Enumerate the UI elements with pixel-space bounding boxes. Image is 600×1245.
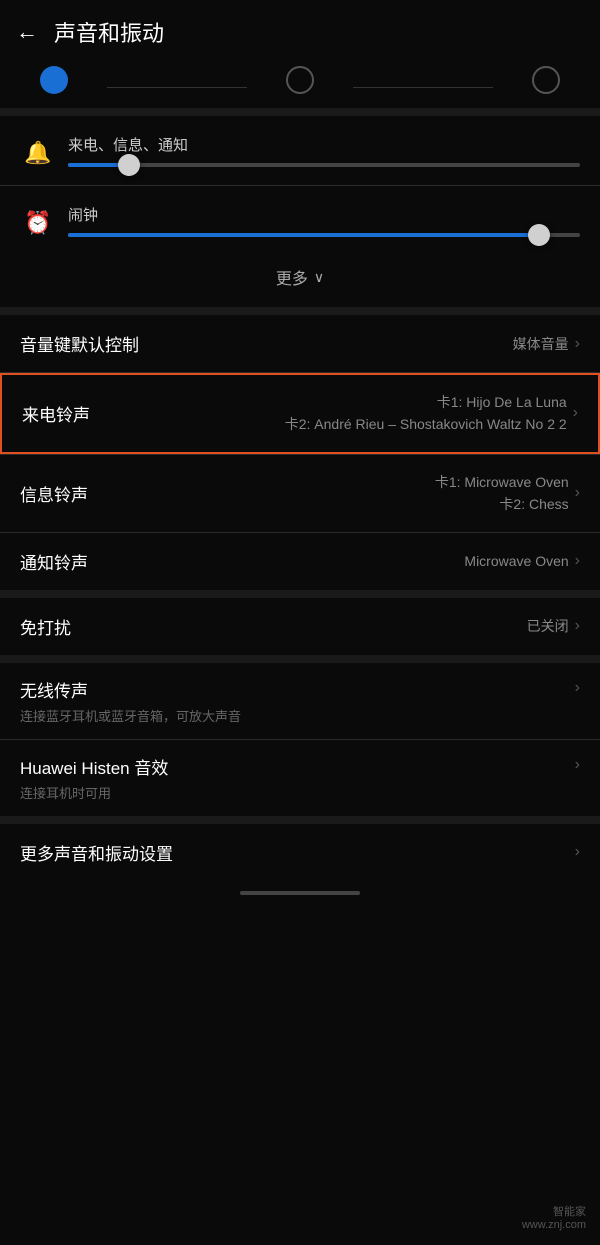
divider-2 [0, 307, 600, 315]
alarm-volume-label: 闹钟 [68, 204, 580, 225]
watermark: 智能家 www.znj.com [522, 1203, 586, 1231]
watermark-line2: www.znj.com [522, 1219, 586, 1231]
histen-sub: 连接耳机时可用 [20, 783, 575, 802]
histen-row[interactable]: Huawei Histen 音效 连接耳机时可用 › [0, 740, 600, 816]
notification-ringtone-row[interactable]: 通知铃声 Microwave Oven › [0, 533, 600, 590]
wireless-sound-label: 无线传声 [20, 677, 575, 702]
volume-key-row[interactable]: 音量键默认控制 媒体音量 › [0, 315, 600, 372]
divider-1 [0, 108, 600, 116]
tab-3-dot [532, 66, 560, 94]
more-label: 更多 [276, 265, 308, 289]
message-ringtone-arrow: › [575, 484, 580, 502]
ringtone-slider-thumb[interactable] [118, 154, 140, 176]
page-title: 声音和振动 [54, 16, 164, 48]
volume-key-value: 媒体音量 [513, 334, 569, 354]
watermark-line1: 智能家 [522, 1203, 586, 1219]
ringtone-slider-track[interactable] [68, 163, 580, 167]
home-bar-row [0, 881, 600, 903]
alarm-volume-content: 闹钟 [68, 204, 580, 241]
more-sound-settings-label: 更多声音和振动设置 [20, 840, 575, 865]
histen-content: Huawei Histen 音效 连接耳机时可用 [20, 754, 575, 802]
more-row[interactable]: 更多 ∨ [0, 255, 600, 307]
wireless-sound-row[interactable]: 无线传声 连接蓝牙耳机或蓝牙音箱，可放大声音 › [0, 663, 600, 739]
wireless-sound-arrow: › [575, 679, 580, 697]
message-ringtone-row[interactable]: 信息铃声 卡1: Microwave Oven 卡2: Chess › [0, 455, 600, 532]
more-sound-settings-arrow: › [575, 843, 580, 861]
volume-section: 🔔 来电、信息、通知 ⏰ 闹钟 更多 ∨ [0, 116, 600, 307]
histen-label: Huawei Histen 音效 [20, 754, 575, 779]
volume-key-label: 音量键默认控制 [20, 331, 513, 356]
home-indicator [240, 891, 360, 895]
ringtone-label: 来电铃声 [22, 401, 285, 426]
wireless-sound-sub: 连接蓝牙耳机或蓝牙音箱，可放大声音 [20, 706, 575, 725]
alarm-slider-fill [68, 233, 539, 237]
tab-1[interactable] [40, 66, 68, 94]
header: ← 声音和振动 [0, 0, 600, 60]
more-sound-settings-row[interactable]: 更多声音和振动设置 › [0, 824, 600, 881]
back-button[interactable]: ← [16, 19, 38, 45]
alarm-slider-track[interactable] [68, 233, 580, 237]
alarm-slider-thumb[interactable] [528, 224, 550, 246]
volume-key-arrow: › [575, 335, 580, 353]
alarm-volume-row: ⏰ 闹钟 [0, 186, 600, 255]
tab-line-2 [353, 87, 493, 88]
divider-6 [0, 590, 600, 598]
chevron-down-icon: ∨ [314, 269, 324, 286]
notification-ringtone-arrow: › [575, 552, 580, 570]
tab-3[interactable] [532, 66, 560, 94]
tab-bar [0, 60, 600, 108]
ringtone-volume-content: 来电、信息、通知 [68, 134, 580, 171]
ringtone-volume-label: 来电、信息、通知 [68, 134, 580, 155]
tab-1-dot [40, 66, 68, 94]
ringtone-value: 卡1: Hijo De La Luna 卡2: André Rieu – Sho… [285, 391, 567, 436]
message-ringtone-value: 卡1: Microwave Oven 卡2: Chess [435, 471, 569, 516]
divider-7 [0, 655, 600, 663]
dnd-value: 已关闭 [527, 616, 569, 636]
divider-9 [0, 816, 600, 824]
ringtone-row[interactable]: 来电铃声 卡1: Hijo De La Luna 卡2: André Rieu … [0, 373, 600, 454]
notification-ringtone-label: 通知铃声 [20, 549, 464, 574]
ringtone-arrow: › [573, 404, 578, 422]
histen-arrow: › [575, 756, 580, 774]
wireless-sound-content: 无线传声 连接蓝牙耳机或蓝牙音箱，可放大声音 [20, 677, 575, 725]
tab-2[interactable] [286, 66, 314, 94]
notification-ringtone-value: Microwave Oven [464, 553, 568, 569]
alarm-icon: ⏰ [20, 210, 56, 236]
dnd-row[interactable]: 免打扰 已关闭 › [0, 598, 600, 655]
tab-line-1 [107, 87, 247, 88]
bell-icon: 🔔 [20, 140, 56, 166]
dnd-arrow: › [575, 617, 580, 635]
message-ringtone-label: 信息铃声 [20, 481, 435, 506]
tab-2-dot [286, 66, 314, 94]
dnd-label: 免打扰 [20, 614, 527, 639]
ringtone-volume-row: 🔔 来电、信息、通知 [0, 116, 600, 185]
